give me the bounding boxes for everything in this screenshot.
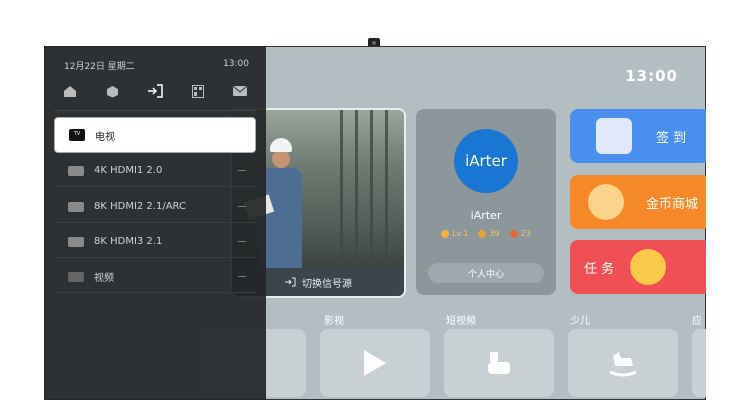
source-label: 4K HDMI1 2.0: [94, 165, 163, 176]
source-item-hdmi1[interactable]: 4K HDMI1 2.0: [54, 155, 256, 187]
points-stat: 23: [509, 229, 531, 238]
av-icon: [68, 271, 84, 282]
level-value: Lv.1: [452, 229, 469, 238]
coin-icon: [478, 229, 487, 238]
level-stat: Lv.1: [441, 229, 468, 238]
dash-icon: [238, 276, 246, 277]
panel-date: 12月22日 星期二: [64, 62, 135, 72]
diamond-icon: [441, 229, 450, 238]
hdmi-icon: [68, 165, 84, 176]
hdmi-icon: [68, 236, 84, 247]
tv-icon: TV: [69, 129, 85, 141]
switch-source-label: 切换信号源: [302, 278, 352, 290]
input-source-icon[interactable]: [141, 80, 169, 102]
coins-mall-label: 金币商城: [646, 197, 699, 212]
source-item-hdmi2[interactable]: 8K HDMI2 2.1/ARC: [54, 191, 256, 223]
source-label: 8K HDMI3 2.1: [94, 236, 163, 247]
clapper-icon: [488, 352, 510, 374]
coins-mall-tile[interactable]: 金币商城: [570, 175, 706, 229]
source-item-hdmi3[interactable]: 8K HDMI3 2.1: [54, 226, 256, 258]
input-source-panel: 12月22日 星期二 13:00 TV 电视 4K HDMI1 2.0 8K H…: [44, 46, 266, 400]
profile-stats: Lv.1 39 23: [416, 229, 556, 238]
dash-icon: [238, 241, 246, 242]
profile-name: iArter: [470, 209, 502, 222]
source-item-tv[interactable]: TV 电视: [54, 117, 256, 153]
panel-time: 13:00: [223, 59, 249, 69]
source-label: 视频: [94, 273, 114, 284]
movies-tile[interactable]: [320, 329, 430, 397]
category-tile[interactable]: [692, 329, 706, 397]
input-source-icon: [285, 277, 296, 287]
category-label: 影视: [324, 316, 344, 327]
category-label: 短视频: [446, 316, 476, 327]
coin-value: 39: [489, 229, 500, 238]
apps-icon[interactable]: [184, 80, 212, 102]
dash-icon: [238, 170, 246, 171]
tasks-label: 任 务: [584, 262, 615, 277]
profile-card[interactable]: iArter iArter Lv.1 39 23 个人中心: [416, 109, 556, 295]
short-video-tile[interactable]: [444, 329, 554, 397]
category-label: 应: [692, 316, 702, 327]
calendar-icon: [596, 118, 632, 154]
mail-icon[interactable]: [226, 80, 254, 102]
avatar: iArter: [454, 129, 518, 193]
fox-mascot-icon: [588, 184, 624, 220]
coin-stack-icon: [630, 249, 666, 285]
rocking-horse-icon: [609, 352, 637, 377]
home-icon[interactable]: [56, 80, 84, 102]
source-label: 8K HDMI2 2.1/ARC: [94, 201, 186, 212]
play-icon: [364, 350, 386, 376]
checkin-label: 签 到: [656, 131, 687, 146]
home-clock: 13:00: [625, 67, 678, 85]
divider: [54, 110, 256, 111]
source-item-av[interactable]: 视频: [54, 261, 256, 293]
hdmi-icon: [68, 201, 84, 212]
checkin-tile[interactable]: 签 到: [570, 109, 706, 163]
kids-tile[interactable]: [568, 329, 678, 397]
panel-icon-bar: [56, 80, 254, 102]
coin-stat: 39: [478, 229, 500, 238]
cube-icon[interactable]: [99, 80, 127, 102]
category-label: 少儿: [570, 316, 590, 327]
tasks-tile[interactable]: 任 务: [570, 240, 706, 294]
personal-center-button[interactable]: 个人中心: [428, 263, 544, 283]
dash-icon: [238, 206, 246, 207]
flame-icon: [509, 229, 518, 238]
source-label: 电视: [95, 131, 115, 143]
points-value: 23: [520, 229, 531, 238]
